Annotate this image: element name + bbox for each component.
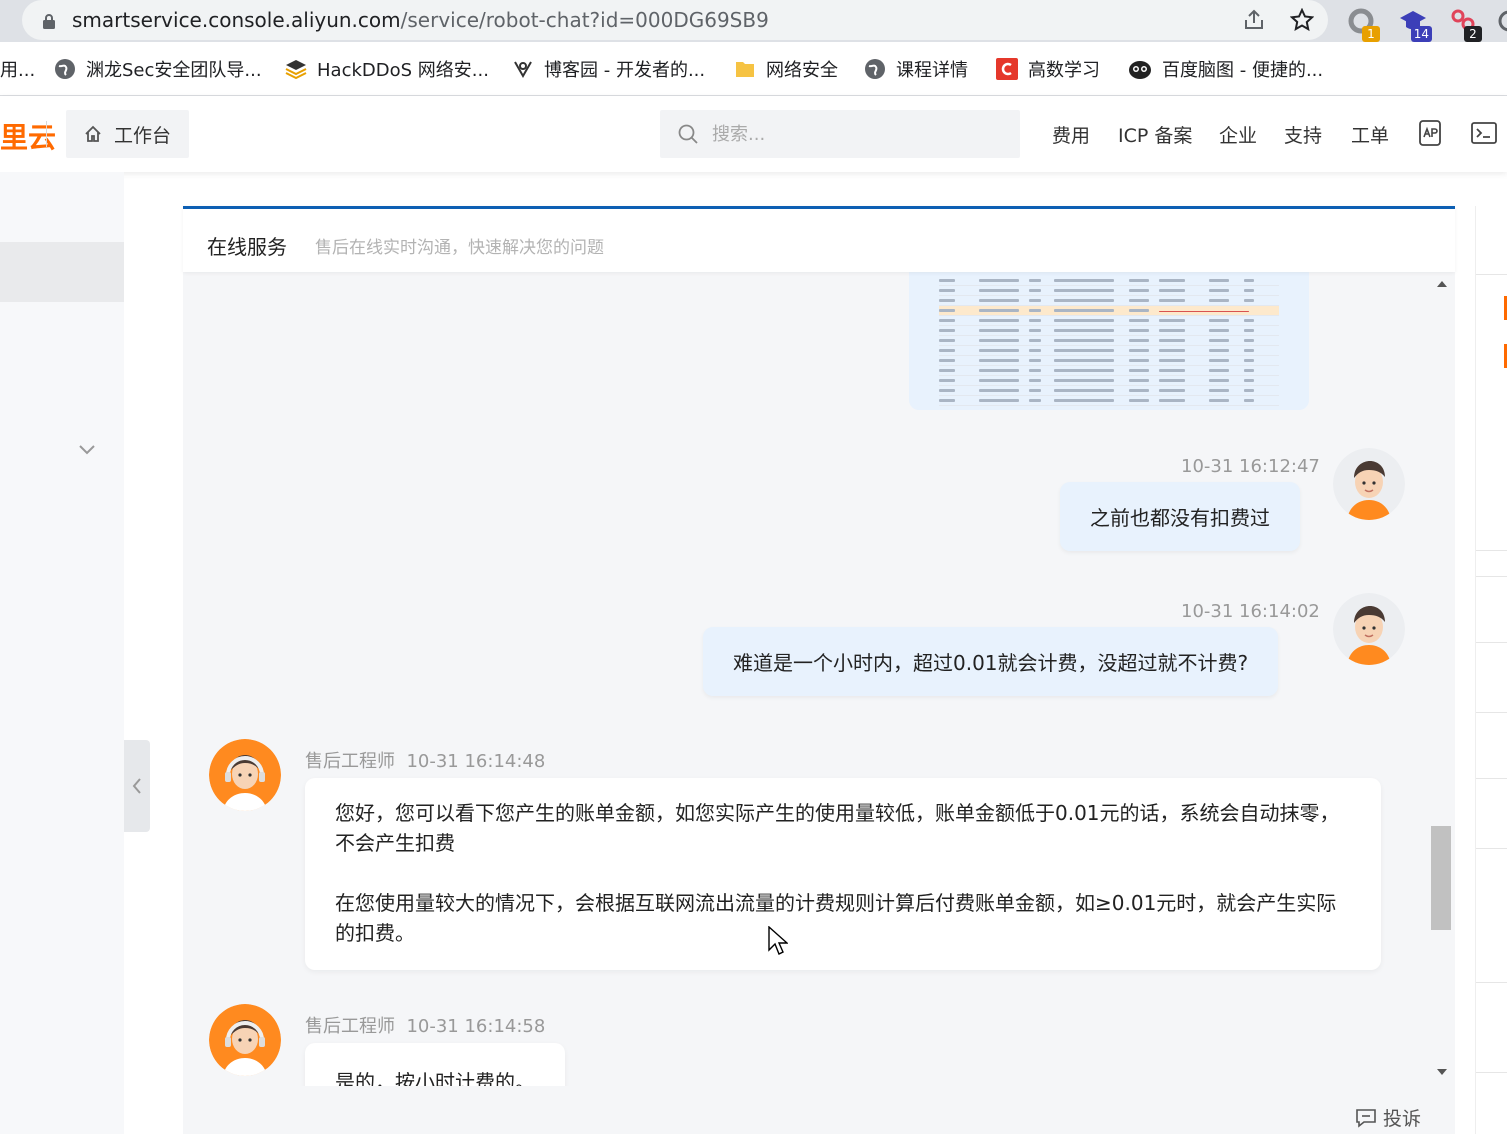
c-icon: [996, 58, 1018, 80]
workbench-label: 工作台: [114, 124, 172, 147]
left-sidebar: [0, 172, 124, 1134]
url-host: smartservice.console.aliyun.com: [72, 8, 401, 32]
chevron-left-icon: [132, 778, 141, 794]
url-path: /service/robot-chat?id=000DG69SB9: [400, 8, 769, 32]
chat-subtitle: 售后在线实时沟通，快速解决您的问题: [315, 238, 604, 258]
bookmark-label: HackDDoS 网络安...: [317, 60, 489, 81]
bookmarks-bar: 用... 渊龙Sec安全团队导... HackDDoS 网络安... 博客园 -…: [0, 42, 1507, 96]
bookmark-label: 用...: [0, 60, 36, 81]
search-input[interactable]: [712, 123, 992, 145]
complain-button[interactable]: 投诉: [1355, 1104, 1421, 1131]
globe-icon: [865, 59, 885, 79]
folder-icon: [736, 62, 754, 77]
agent-meta: 售后工程师 10-31 16:14:48: [305, 747, 545, 773]
bookmark-item[interactable]: 渊龙Sec安全团队导...: [54, 56, 262, 82]
bookmark-label: 高数学习: [1028, 60, 1100, 81]
message-timestamp: 10-31 16:14:58: [406, 1016, 546, 1037]
workbench-button[interactable]: 工作台: [66, 110, 189, 158]
user-avatar: [1333, 593, 1405, 665]
lock-icon[interactable]: [42, 13, 56, 29]
aliyun-logo[interactable]: 里云: [0, 116, 56, 156]
comment-icon: [1356, 1108, 1376, 1128]
agent-message: 您好，您可以看下您产生的账单金额，如您实际产生的使用量较低，账单金额低于0.01…: [305, 778, 1381, 970]
scroll-thumb[interactable]: [1431, 826, 1451, 930]
bookmark-item[interactable]: 用...: [0, 56, 35, 82]
bookmark-label: 百度脑图 - 便捷的...: [1162, 60, 1324, 81]
bookmark-item[interactable]: 课程详情: [864, 56, 968, 82]
agent-name: 售后工程师: [305, 751, 395, 772]
agent-message-paragraph: 是的，按小时计费的。: [335, 1070, 535, 1086]
nav-ticket[interactable]: 工单: [1351, 121, 1389, 148]
bookmark-item[interactable]: 博客园 - 开发者的...: [512, 56, 705, 82]
scroll-up-icon[interactable]: [1436, 280, 1448, 288]
extension-4-icon[interactable]: [1494, 6, 1507, 36]
bookmark-label: 课程详情: [896, 60, 968, 81]
cnblogs-icon: [514, 61, 532, 79]
extension-1-badge: 1: [1362, 26, 1380, 42]
mouse-cursor-icon: [768, 926, 788, 955]
message-timestamp: 10-31 16:12:47: [1181, 456, 1320, 477]
nav-icp[interactable]: ICP 备案: [1118, 121, 1192, 148]
extension-2-badge: 14: [1410, 26, 1432, 42]
logo-divider: [46, 121, 47, 147]
layers-icon: [285, 60, 307, 80]
bookmark-item[interactable]: 百度脑图 - 便捷的...: [1128, 56, 1323, 82]
complain-label: 投诉: [1383, 1108, 1422, 1130]
bill-screenshot-thumbnail[interactable]: [939, 276, 1279, 406]
bookmark-item[interactable]: 高数学习: [996, 56, 1100, 82]
chat-panel: 在线服务 售后在线实时沟通，快速解决您的问题 10-31 16:12:47 之前…: [183, 206, 1455, 1134]
right-side-panel: [1475, 206, 1507, 1134]
extension-3-icon[interactable]: 2: [1448, 6, 1482, 42]
api-icon[interactable]: [1418, 118, 1442, 148]
bookmark-item[interactable]: 网络安全: [734, 56, 838, 82]
user-message: 之前也都没有扣费过: [1060, 482, 1300, 551]
baidu-naotu-icon: [1129, 61, 1151, 79]
chevron-down-icon[interactable]: [78, 444, 96, 456]
agent-message-paragraph: 您好，您可以看下您产生的账单金额，如您实际产生的使用量较低，账单金额低于0.01…: [335, 801, 1340, 855]
agent-avatar: [209, 1004, 281, 1076]
share-icon[interactable]: [1242, 8, 1266, 32]
user-avatar: [1333, 448, 1405, 520]
globe-icon: [55, 59, 75, 79]
bookmark-item[interactable]: HackDDoS 网络安...: [285, 56, 489, 82]
bookmark-label: 博客园 - 开发者的...: [544, 60, 706, 81]
sidebar-selected-item[interactable]: [0, 242, 124, 302]
extension-1-icon[interactable]: 1: [1346, 6, 1380, 42]
nav-support[interactable]: 支持: [1284, 121, 1322, 148]
bookmark-label: 渊龙Sec安全团队导...: [86, 60, 262, 81]
extension-3-badge: 2: [1464, 26, 1482, 42]
search-box[interactable]: [660, 110, 1020, 158]
message-timestamp: 10-31 16:14:02: [1181, 601, 1320, 622]
sidebar-collapse-toggle[interactable]: [124, 740, 150, 832]
message-list[interactable]: 10-31 16:12:47 之前也都没有扣费过 10-31 16:14:02 …: [183, 272, 1443, 1086]
agent-name: 售后工程师: [305, 1016, 395, 1037]
console-top-bar: 里云 工作台 费用 ICP 备案 企业 支持 工单: [0, 96, 1507, 172]
agent-avatar: [209, 739, 281, 811]
browser-toolbar: smartservice.console.aliyun.com/service/…: [0, 0, 1507, 42]
agent-message-paragraph: 在您使用量较大的情况下，会根据互联网流出流量的计费规则计算后付费账单金额，如≥0…: [335, 891, 1337, 945]
terminal-icon[interactable]: [1471, 122, 1497, 144]
nav-enterprise[interactable]: 企业: [1219, 121, 1257, 148]
chat-header: 在线服务 售后在线实时沟通，快速解决您的问题: [183, 206, 1455, 272]
chat-title: 在线服务: [207, 235, 287, 259]
scroll-down-icon[interactable]: [1436, 1068, 1448, 1076]
agent-meta: 售后工程师 10-31 16:14:58: [305, 1012, 545, 1038]
extension-2-icon[interactable]: 14: [1398, 6, 1432, 42]
message-timestamp: 10-31 16:14:48: [406, 751, 546, 772]
search-icon: [678, 124, 698, 144]
user-message: 难道是一个小时内，超过0.01就会计费，没超过就不计费?: [703, 627, 1279, 696]
agent-message: 是的，按小时计费的。: [305, 1043, 565, 1086]
url-text[interactable]: smartservice.console.aliyun.com/service/…: [72, 8, 769, 32]
bookmark-star-icon[interactable]: [1290, 8, 1314, 32]
home-icon: [85, 125, 101, 142]
bookmark-label: 网络安全: [766, 60, 838, 81]
chat-scrollbar[interactable]: [1431, 272, 1455, 1086]
image-message[interactable]: [909, 272, 1309, 410]
address-bar[interactable]: smartservice.console.aliyun.com/service/…: [22, 0, 1328, 40]
nav-billing[interactable]: 费用: [1052, 121, 1090, 148]
